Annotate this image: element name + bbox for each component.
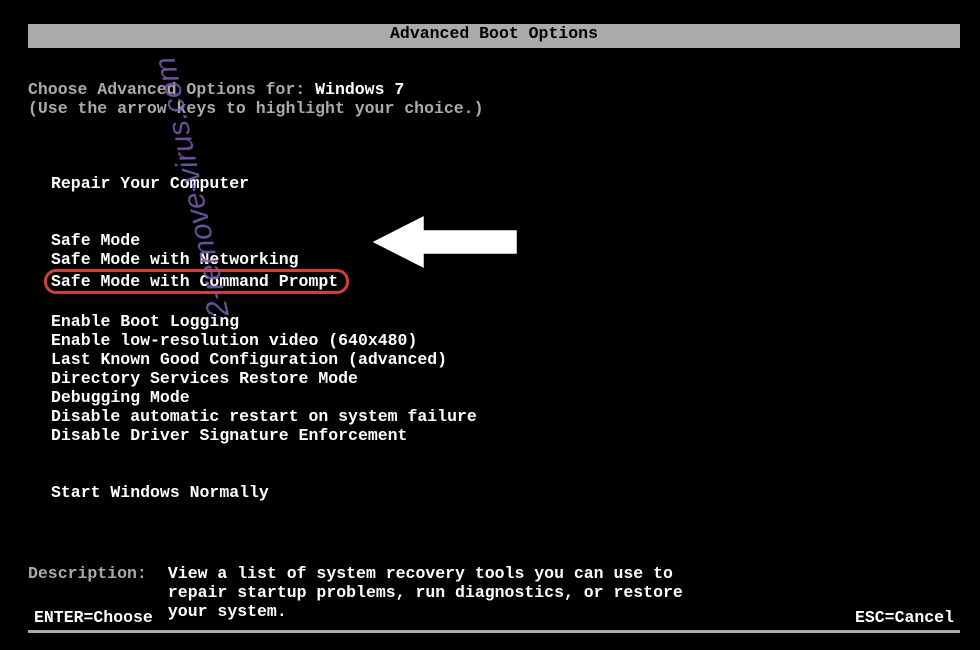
page-title: Advanced Boot Options: [390, 24, 598, 43]
menu-item-noautorestart[interactable]: Disable automatic restart on system fail…: [51, 407, 477, 426]
instructions: (Use the arrow keys to highlight your ch…: [28, 99, 960, 118]
menu-item-bootlog[interactable]: Enable Boot Logging: [51, 312, 239, 331]
menu-item-repair[interactable]: Repair Your Computer: [51, 174, 249, 193]
menu-item-safemode-cmd[interactable]: Safe Mode with Command Prompt: [51, 272, 338, 291]
description-label: Description:: [28, 564, 158, 583]
menu-item-dsrm[interactable]: Directory Services Restore Mode: [51, 369, 358, 388]
menu-item-safemode-net[interactable]: Safe Mode with Networking: [51, 250, 299, 269]
menu-item-nosigenforce[interactable]: Disable Driver Signature Enforcement: [51, 426, 407, 445]
footer-divider: [28, 630, 960, 633]
menu-item-lastknown[interactable]: Last Known Good Configuration (advanced): [51, 350, 447, 369]
description-text: View a list of system recovery tools you…: [168, 564, 728, 621]
description-block: Description: View a list of system recov…: [28, 564, 960, 621]
choose-prefix: Choose Advanced Options for:: [28, 80, 315, 99]
footer-esc: ESC=Cancel: [855, 608, 954, 627]
menu-item-safemode-cmd-highlight: Safe Mode with Command Prompt: [44, 269, 349, 294]
main-content: Choose Advanced Options for: Windows 7 (…: [28, 80, 960, 621]
menu-item-safemode[interactable]: Safe Mode: [51, 231, 140, 250]
choose-line: Choose Advanced Options for: Windows 7: [28, 80, 960, 99]
pointer-arrow-icon: [370, 209, 520, 275]
footer-enter: ENTER=Choose: [34, 608, 153, 627]
title-bar: Advanced Boot Options: [28, 24, 960, 48]
os-name: Windows 7: [315, 80, 404, 99]
menu-item-debug[interactable]: Debugging Mode: [51, 388, 190, 407]
menu-item-startnormal[interactable]: Start Windows Normally: [51, 483, 269, 502]
menu-item-lowres[interactable]: Enable low-resolution video (640x480): [51, 331, 417, 350]
